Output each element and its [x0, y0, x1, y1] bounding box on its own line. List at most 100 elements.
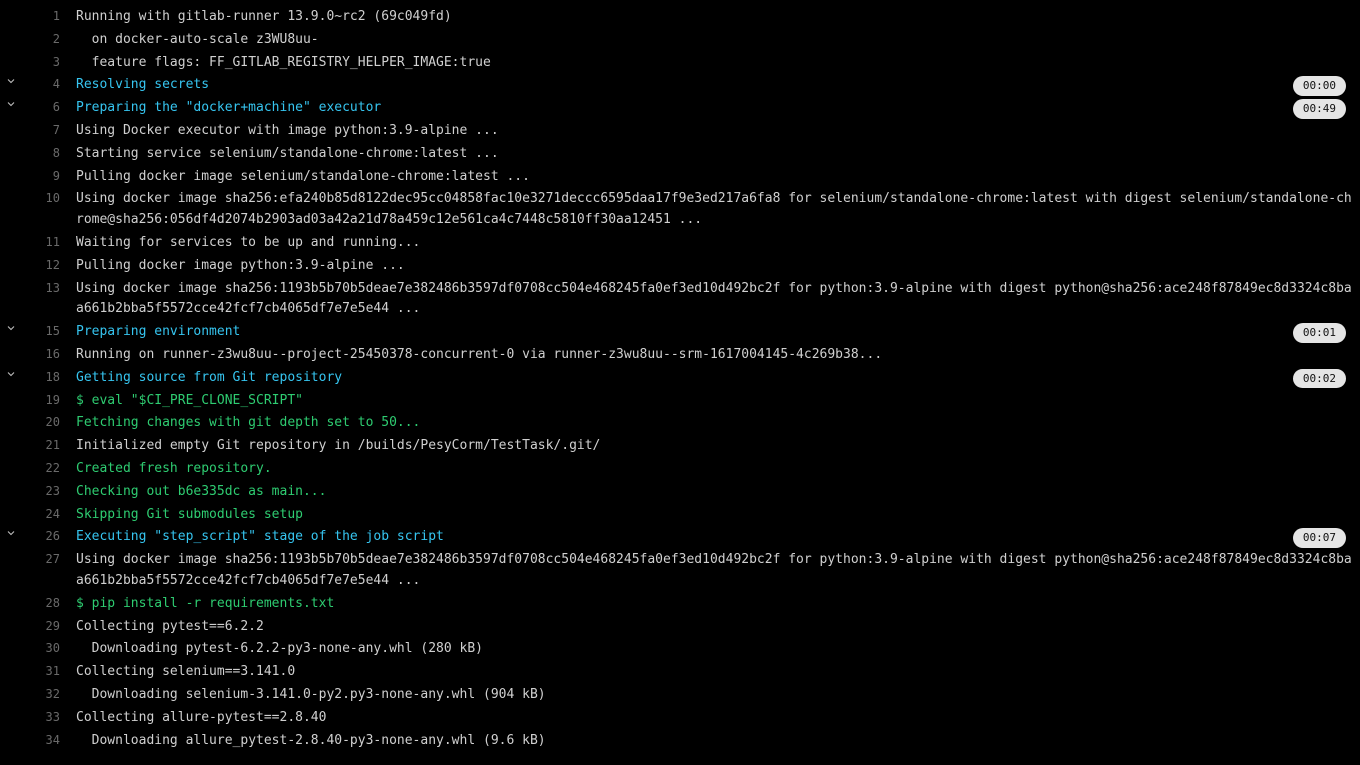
chevron-down-icon[interactable]	[0, 75, 22, 87]
log-section-header[interactable]: 26 Executing "step_script" stage of the j…	[0, 526, 1360, 549]
log-text: on docker-auto-scale z3WU8uu-	[66, 30, 1352, 51]
log-line: 23Checking out b6e335dc as main...	[0, 481, 1360, 504]
log-section-header[interactable]: 4 Resolving secrets00:00	[0, 74, 1360, 97]
log-text: Preparing the "docker+machine" executor	[66, 98, 1352, 119]
log-line: 10 Using docker image sha256:efa240b85d81…	[0, 188, 1360, 232]
line-number: 20	[46, 413, 60, 432]
log-line: 19 $ eval "$CI_PRE_CLONE_SCRIPT"	[0, 390, 1360, 413]
log-line: 12 Pulling docker image python:3.9-alpine…	[0, 255, 1360, 278]
log-line: 3 feature flags: FF_GITLAB_REGISTRY_HELP…	[0, 52, 1360, 75]
log-line: 31 Collecting selenium==3.141.0	[0, 661, 1360, 684]
log-line: 13 Using docker image sha256:1193b5b70b5d…	[0, 278, 1360, 322]
log-text: $ eval "$CI_PRE_CLONE_SCRIPT"	[66, 391, 1352, 412]
log-section-header[interactable]: 6 Preparing the "docker+machine" executor…	[0, 97, 1360, 120]
line-number: 30	[46, 639, 60, 658]
log-text: Preparing environment	[66, 322, 1352, 343]
line-number: 31	[46, 662, 60, 681]
log-text: Pulling docker image python:3.9-alpine .…	[66, 256, 1352, 277]
log-line: 21 Initialized empty Git repository in /b…	[0, 435, 1360, 458]
log-text: Collecting selenium==3.141.0	[66, 662, 1352, 683]
chevron-down-icon[interactable]	[0, 322, 22, 334]
log-text: Executing "step_script" stage of the job…	[66, 527, 1352, 548]
line-number: 12	[46, 256, 60, 275]
line-number: 9	[53, 167, 60, 186]
log-text: feature flags: FF_GITLAB_REGISTRY_HELPER…	[66, 53, 1352, 74]
line-number: 28	[46, 594, 60, 613]
line-number: 7	[53, 121, 60, 140]
log-text: Collecting pytest==6.2.2	[66, 617, 1352, 638]
line-number: 2	[53, 30, 60, 49]
log-line: 20 Fetching changes with git depth set to…	[0, 412, 1360, 435]
line-number: 34	[46, 731, 60, 750]
duration-badge: 00:07	[1293, 528, 1346, 548]
line-number: 32	[46, 685, 60, 704]
log-text: Running on runner-z3wu8uu--project-25450…	[66, 345, 1352, 366]
line-number: 11	[46, 233, 60, 252]
duration-badge: 00:02	[1293, 369, 1346, 389]
line-number: 3	[53, 53, 60, 72]
line-number: 22	[46, 459, 60, 478]
log-text: Initialized empty Git repository in /bui…	[66, 436, 1352, 457]
chevron-down-icon[interactable]	[0, 98, 22, 110]
log-line: 22 Created fresh repository.	[0, 458, 1360, 481]
log-text: Collecting allure-pytest==2.8.40	[66, 708, 1352, 729]
log-text: Using Docker executor with image python:…	[66, 121, 1352, 142]
line-number: 16	[46, 345, 60, 364]
log-line: 16 Running on runner-z3wu8uu--project-254…	[0, 344, 1360, 367]
log-text: Downloading allure_pytest-2.8.40-py3-non…	[66, 731, 1352, 752]
log-line: 24 Skipping Git submodules setup	[0, 504, 1360, 527]
line-number: 8	[53, 144, 60, 163]
log-text: Downloading selenium-3.141.0-py2.py3-non…	[66, 685, 1352, 706]
log-text: $ pip install -r requirements.txt	[66, 594, 1352, 615]
log-text: Getting source from Git repository	[66, 368, 1352, 389]
log-text: Using docker image sha256:1193b5b70b5dea…	[66, 279, 1352, 321]
log-section-header[interactable]: 15 Preparing environment00:01	[0, 321, 1360, 344]
log-line: 9 Pulling docker image selenium/standalon…	[0, 166, 1360, 189]
log-line: 33 Collecting allure-pytest==2.8.40	[0, 707, 1360, 730]
line-number: 21	[46, 436, 60, 455]
log-line: 1 Running with gitlab-runner 13.9.0~rc2 (…	[0, 6, 1360, 29]
line-number: 6	[53, 98, 60, 117]
log-text: Using docker image sha256:efa240b85d8122…	[66, 189, 1352, 231]
log-line: 7 Using Docker executor with image python…	[0, 120, 1360, 143]
log-text: Waiting for services to be up and runnin…	[66, 233, 1352, 254]
log-text: Fetching changes with git depth set to 5…	[66, 413, 1352, 434]
log-text: Resolving secrets	[66, 75, 1352, 96]
job-log: 1 Running with gitlab-runner 13.9.0~rc2 (…	[0, 0, 1360, 762]
log-text: Created fresh repository.	[66, 459, 1352, 480]
log-text: Skipping Git submodules setup	[66, 505, 1352, 526]
log-line: 27 Using docker image sha256:1193b5b70b5d…	[0, 549, 1360, 593]
log-section-header[interactable]: 18 Getting source from Git repository00:0…	[0, 367, 1360, 390]
log-text: Pulling docker image selenium/standalone…	[66, 167, 1352, 188]
log-line: 34 Downloading allure_pytest-2.8.40-py3-…	[0, 730, 1360, 753]
line-number: 27	[46, 550, 60, 569]
log-text: Downloading pytest-6.2.2-py3-none-any.wh…	[66, 639, 1352, 660]
log-line: 29 Collecting pytest==6.2.2	[0, 616, 1360, 639]
line-number: 18	[46, 368, 60, 387]
line-number: 10	[46, 189, 60, 208]
line-number: 13	[46, 279, 60, 298]
log-text: Running with gitlab-runner 13.9.0~rc2 (6…	[66, 7, 1352, 28]
log-line: 2 on docker-auto-scale z3WU8uu-	[0, 29, 1360, 52]
log-text: Using docker image sha256:1193b5b70b5dea…	[66, 550, 1352, 592]
log-line: 11 Waiting for services to be up and runn…	[0, 232, 1360, 255]
line-number: 24	[46, 505, 60, 524]
duration-badge: 00:49	[1293, 99, 1346, 119]
line-number: 29	[46, 617, 60, 636]
line-number: 15	[46, 322, 60, 341]
log-line: 30 Downloading pytest-6.2.2-py3-none-any…	[0, 638, 1360, 661]
line-number: 4	[53, 75, 60, 94]
log-line: 32 Downloading selenium-3.141.0-py2.py3-…	[0, 684, 1360, 707]
duration-badge: 00:01	[1293, 323, 1346, 343]
chevron-down-icon[interactable]	[0, 527, 22, 539]
line-number: 1	[53, 7, 60, 26]
line-number: 26	[46, 527, 60, 546]
log-line: 8 Starting service selenium/standalone-ch…	[0, 143, 1360, 166]
duration-badge: 00:00	[1293, 76, 1346, 96]
log-text: Starting service selenium/standalone-chr…	[66, 144, 1352, 165]
line-number: 23	[46, 482, 60, 501]
line-number: 33	[46, 708, 60, 727]
chevron-down-icon[interactable]	[0, 368, 22, 380]
line-number: 19	[46, 391, 60, 410]
log-line: 28 $ pip install -r requirements.txt	[0, 593, 1360, 616]
